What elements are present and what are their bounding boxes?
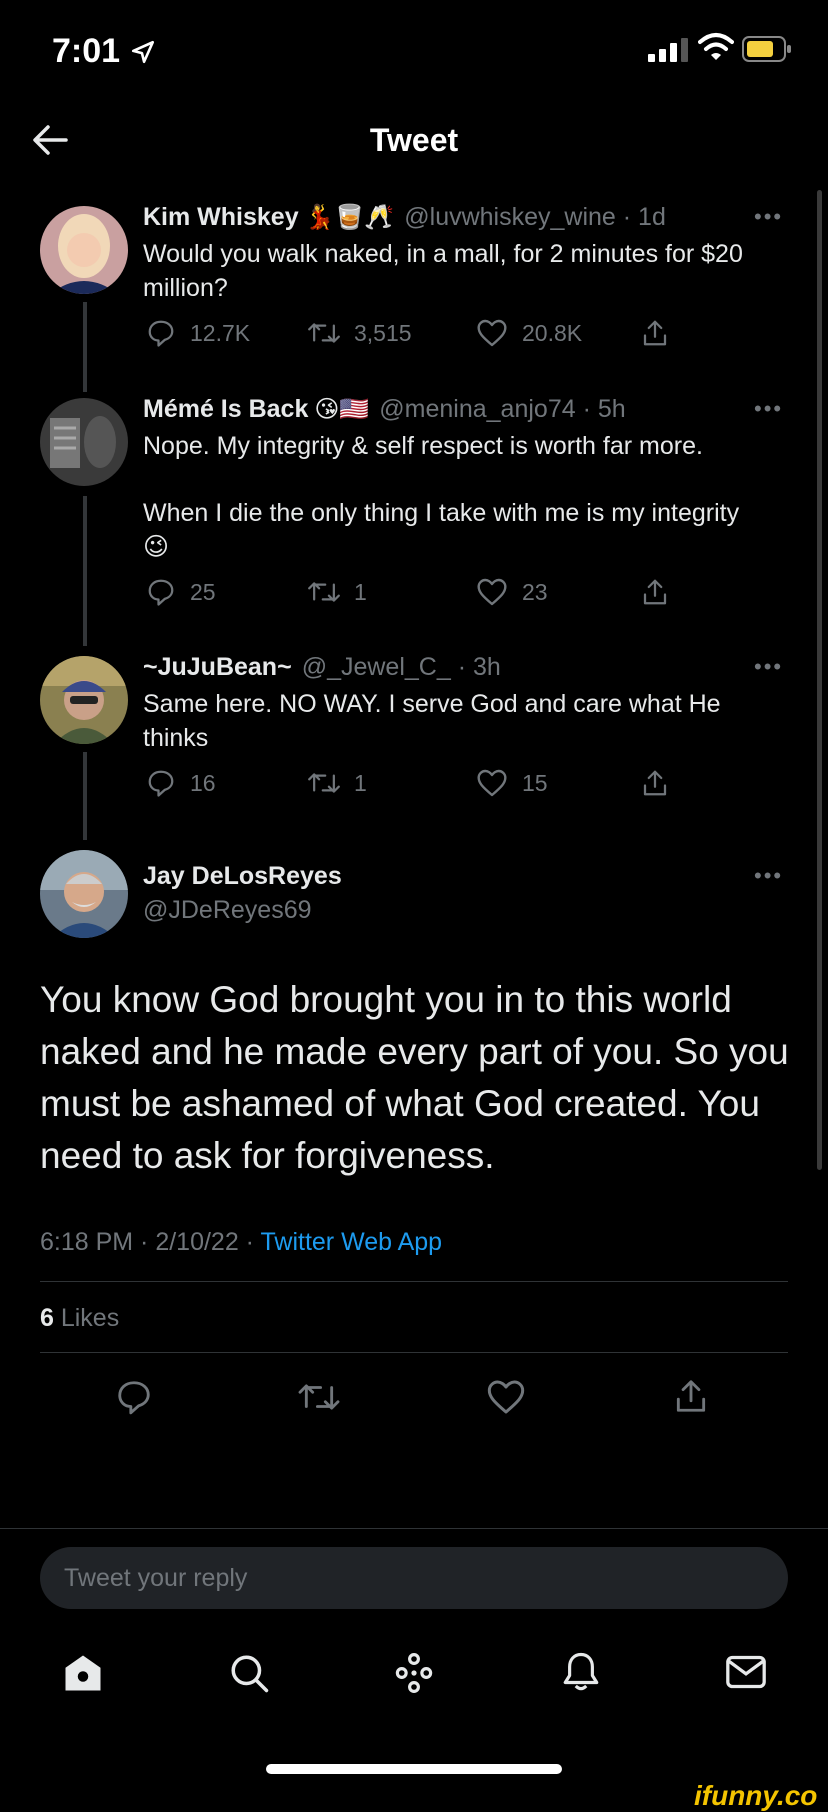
- reply-icon: [148, 579, 174, 606]
- status-time: 7:01: [52, 32, 156, 71]
- retweet-button[interactable]: 1: [308, 577, 367, 607]
- like-icon: [477, 769, 507, 797]
- share-icon[interactable]: [640, 577, 670, 607]
- share-icon[interactable]: [640, 768, 670, 798]
- reply-button[interactable]: 16: [146, 768, 216, 798]
- reply-icon[interactable]: [115, 1378, 153, 1416]
- tweet-text: Would you walk naked, in a mall, for 2 m…: [143, 240, 743, 302]
- main-tweet-text: You know God brought you in to this worl…: [40, 979, 789, 1176]
- avatar[interactable]: [40, 398, 128, 486]
- thread-line: [83, 496, 87, 646]
- share-icon[interactable]: [672, 1376, 710, 1416]
- name-emojis: 💃🥃🥂: [304, 204, 395, 231]
- author-name[interactable]: Kim Whiskey: [143, 203, 299, 231]
- more-options-icon[interactable]: •••: [754, 863, 783, 889]
- location-icon: [131, 40, 154, 64]
- author-handle[interactable]: @JDeReyes69: [143, 896, 312, 925]
- battery-icon: [742, 36, 791, 62]
- share-icon[interactable]: [640, 318, 670, 348]
- author-name[interactable]: ~JuJuBean~: [143, 653, 292, 681]
- retweet-icon: [308, 582, 340, 602]
- avatar[interactable]: [40, 850, 128, 938]
- tweet-text: Nope. My integrity & self respect is wor…: [143, 432, 703, 460]
- main-tweet-author[interactable]: Jay DeLosReyes: [143, 862, 342, 891]
- wifi-icon: [698, 33, 734, 60]
- more-options-icon[interactable]: •••: [754, 204, 783, 230]
- retweet-button[interactable]: 1: [308, 768, 367, 798]
- tweet-meta: 6:18 PM · 2/10/22 · Twitter Web App: [40, 1228, 442, 1257]
- search-icon[interactable]: [228, 1652, 270, 1694]
- thread-line: [83, 752, 87, 840]
- divider: [40, 1281, 788, 1282]
- like-icon[interactable]: [486, 1378, 526, 1416]
- tweet-header: Mémé Is Back 😘🇺🇸 @menina_anjo74 · 5h: [143, 395, 626, 424]
- tweet-header: ~JuJuBean~ @_Jewel_C_ · 3h: [143, 653, 501, 682]
- divider: [0, 1528, 828, 1529]
- reply-button[interactable]: 25: [146, 577, 216, 607]
- reply-button[interactable]: 12.7K: [146, 318, 250, 348]
- retweet-icon: [308, 773, 340, 793]
- name-emojis: 😘🇺🇸: [314, 396, 370, 423]
- avatar[interactable]: [40, 656, 128, 744]
- page-title: Tweet: [369, 122, 459, 158]
- like-icon: [477, 578, 507, 606]
- retweet-icon[interactable]: [298, 1378, 340, 1416]
- tweet-header: Kim Whiskey 💃🥃🥂 @luvwhiskey_wine · 1d: [143, 203, 666, 232]
- author-handle[interactable]: @_Jewel_C_ · 3h: [302, 653, 501, 681]
- more-options-icon[interactable]: •••: [754, 396, 783, 422]
- home-icon[interactable]: [62, 1652, 104, 1694]
- tweet-text: When I die the only thing I take with me…: [143, 499, 740, 527]
- retweet-button[interactable]: 3,515: [308, 318, 412, 348]
- author-handle[interactable]: @luvwhiskey_wine · 1d: [404, 203, 666, 231]
- home-indicator: [266, 1764, 562, 1774]
- likes-count[interactable]: 6 Likes: [40, 1304, 119, 1333]
- avatar[interactable]: [40, 206, 128, 294]
- tweet-source-link[interactable]: Twitter Web App: [261, 1228, 443, 1256]
- notifications-icon[interactable]: [560, 1650, 602, 1694]
- watermark: ifunny.co: [694, 1780, 818, 1811]
- retweet-icon: [308, 323, 340, 343]
- tweet-text: Same here. NO WAY. I serve God and care …: [143, 690, 721, 752]
- reply-icon: [148, 320, 174, 347]
- tweet-timestamp[interactable]: 6:18 PM · 2/10/22 ·: [40, 1228, 261, 1256]
- author-name[interactable]: Mémé Is Back: [143, 395, 308, 423]
- messages-icon[interactable]: [724, 1652, 768, 1692]
- author-handle[interactable]: @menina_anjo74 · 5h: [379, 395, 625, 423]
- signal-icon: [648, 38, 688, 62]
- author-name[interactable]: Jay DeLosReyes: [143, 862, 342, 890]
- like-button[interactable]: 23: [476, 577, 548, 607]
- like-icon: [477, 319, 507, 347]
- tweet-emoji: 😉: [143, 533, 170, 561]
- scrollbar[interactable]: [817, 190, 822, 1170]
- divider: [40, 1352, 788, 1353]
- more-options-icon[interactable]: •••: [754, 654, 783, 680]
- like-button[interactable]: 20.8K: [476, 318, 582, 348]
- like-button[interactable]: 15: [476, 768, 548, 798]
- thread-line: [83, 302, 87, 392]
- reply-placeholder: Tweet your reply: [64, 1564, 248, 1592]
- reply-icon: [148, 770, 174, 797]
- spaces-icon[interactable]: [392, 1652, 436, 1694]
